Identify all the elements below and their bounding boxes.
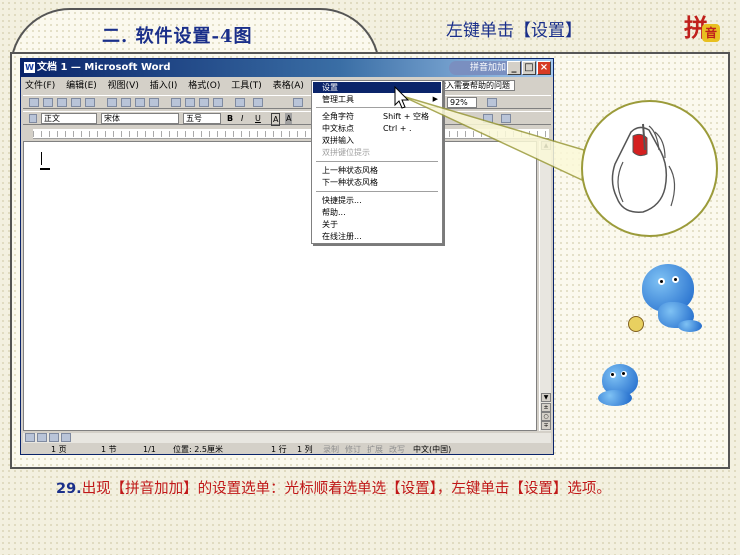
step-text: 出现【拼音加加】的设置选单：光标顺着选单选【设置】，左键单击【设置】选项。 <box>81 481 611 497</box>
dolphin-large-icon <box>628 258 708 342</box>
hand-on-mouse-icon <box>611 123 676 213</box>
mouse-pointer-icon <box>394 86 410 109</box>
mouse-click-callout <box>581 100 718 237</box>
step-caption: 29.出现【拼音加加】的设置选单：光标顺着选单选【设置】，左键单击【设置】选项。 <box>20 477 720 501</box>
dolphin-small-icon <box>594 360 650 412</box>
step-number: 29. <box>56 481 82 497</box>
